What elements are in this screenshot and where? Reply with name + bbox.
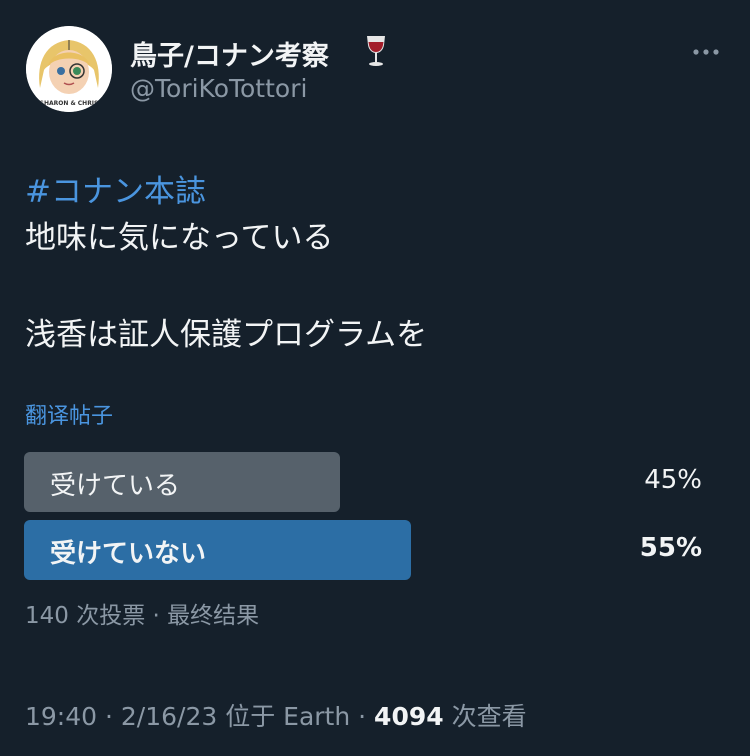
- tweet-text-line-1: 地味に気になっている: [25, 220, 334, 256]
- poll-option-2[interactable]: 受けていない 55%: [24, 520, 704, 580]
- wine-glass-icon: [367, 36, 385, 66]
- poll-summary: 140 次投票 · 最终结果: [25, 603, 260, 629]
- avatar[interactable]: SHARON & CHRIS: [26, 26, 112, 112]
- poll-option-1-label: 受けている: [50, 471, 181, 501]
- tweet-meta: 19:40 · 2/16/23 位于 Earth · 4094 次查看: [25, 697, 527, 733]
- poll-option-2-percent: 55%: [639, 533, 702, 563]
- translate-post-link[interactable]: 翻译帖子: [25, 398, 113, 430]
- author-display-name[interactable]: 鳥子/コナン考察: [130, 34, 329, 73]
- tweet-text-line-2: 浅香は証人保護プログラムを: [25, 317, 428, 353]
- hashtag-link[interactable]: #コナン本誌: [25, 166, 206, 211]
- poll-option-2-label: 受けていない: [50, 539, 207, 569]
- poll-option-1[interactable]: 受けている 45%: [24, 452, 704, 512]
- poll-option-1-percent: 45%: [644, 465, 702, 495]
- avatar-caption: SHARON & CHRIS: [40, 100, 99, 107]
- author-handle[interactable]: @ToriKoTottori: [130, 74, 307, 103]
- views-count[interactable]: 4094: [374, 702, 444, 731]
- tweet-timestamp-location[interactable]: 19:40 · 2/16/23 位于 Earth ·: [25, 702, 374, 731]
- views-label: 次查看: [443, 702, 527, 731]
- more-horizontal-icon[interactable]: [688, 38, 724, 66]
